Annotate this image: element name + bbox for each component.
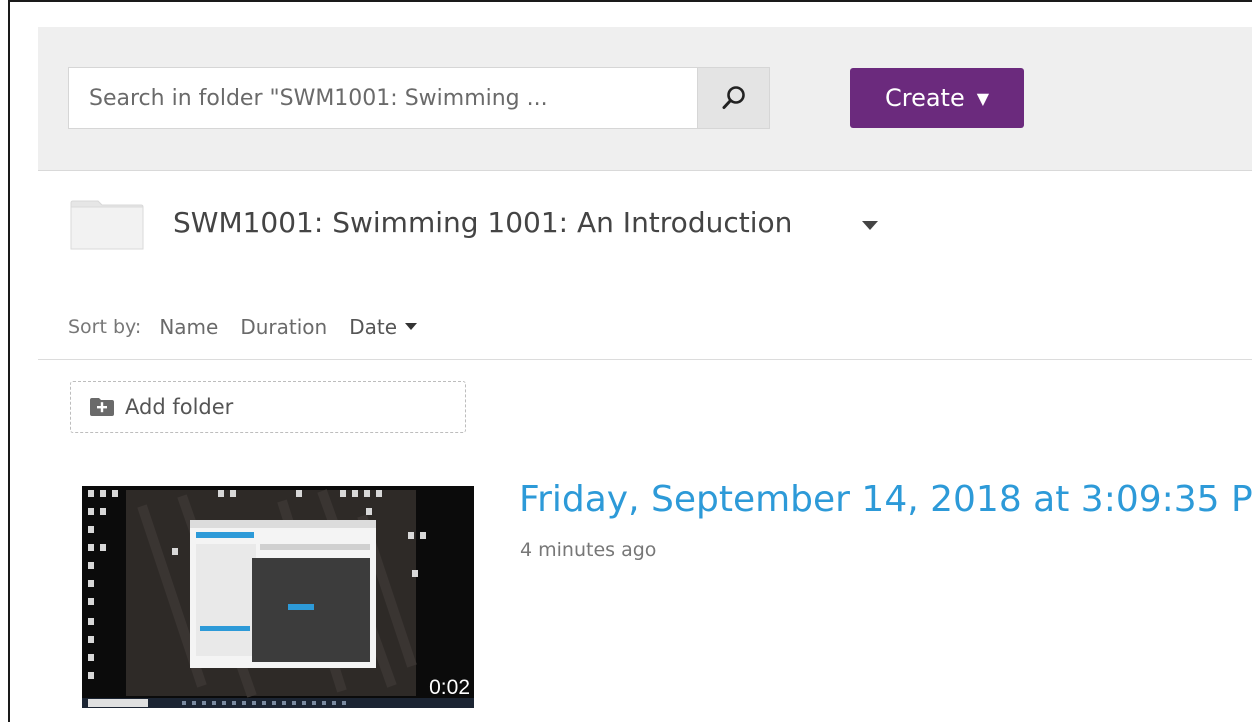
sort-bar: Sort by: Name Duration Date (68, 315, 439, 339)
toolbar: Create ▼ (38, 27, 1252, 171)
sort-option-duration[interactable]: Duration (240, 315, 327, 339)
screen-recording-preview: 0:02 (82, 486, 474, 708)
session-title-link[interactable]: Friday, September 14, 2018 at 3:09:35 PM (519, 479, 1252, 520)
app-frame: Create ▼ SWM1001: Swimming 1001: An Intr… (8, 0, 1252, 722)
sort-option-date-label: Date (349, 315, 398, 339)
add-folder-label: Add folder (125, 395, 234, 419)
search-input[interactable] (69, 68, 699, 128)
add-folder-icon (90, 398, 114, 416)
folder-icon (70, 200, 144, 250)
search-icon (722, 86, 745, 109)
caret-down-icon (405, 323, 418, 330)
folder-header: SWM1001: Swimming 1001: An Introduction (70, 200, 970, 252)
add-folder-button[interactable]: Add folder (70, 381, 466, 433)
search-box (68, 67, 699, 129)
sort-option-name[interactable]: Name (159, 315, 218, 339)
session-age: 4 minutes ago (520, 539, 657, 561)
create-button[interactable]: Create ▼ (850, 68, 1024, 128)
folder-menu-caret-icon[interactable] (862, 221, 878, 231)
create-button-label: Create (884, 84, 965, 112)
folder-title: SWM1001: Swimming 1001: An Introduction (173, 206, 793, 239)
sort-label: Sort by: (68, 316, 142, 338)
session-thumbnail[interactable]: 0:02 (82, 486, 474, 708)
divider (38, 359, 1252, 360)
caret-down-icon: ▼ (976, 88, 990, 108)
sort-option-date[interactable]: Date (349, 315, 418, 339)
search-button[interactable] (698, 67, 770, 129)
session-duration: 0:02 (429, 676, 470, 699)
